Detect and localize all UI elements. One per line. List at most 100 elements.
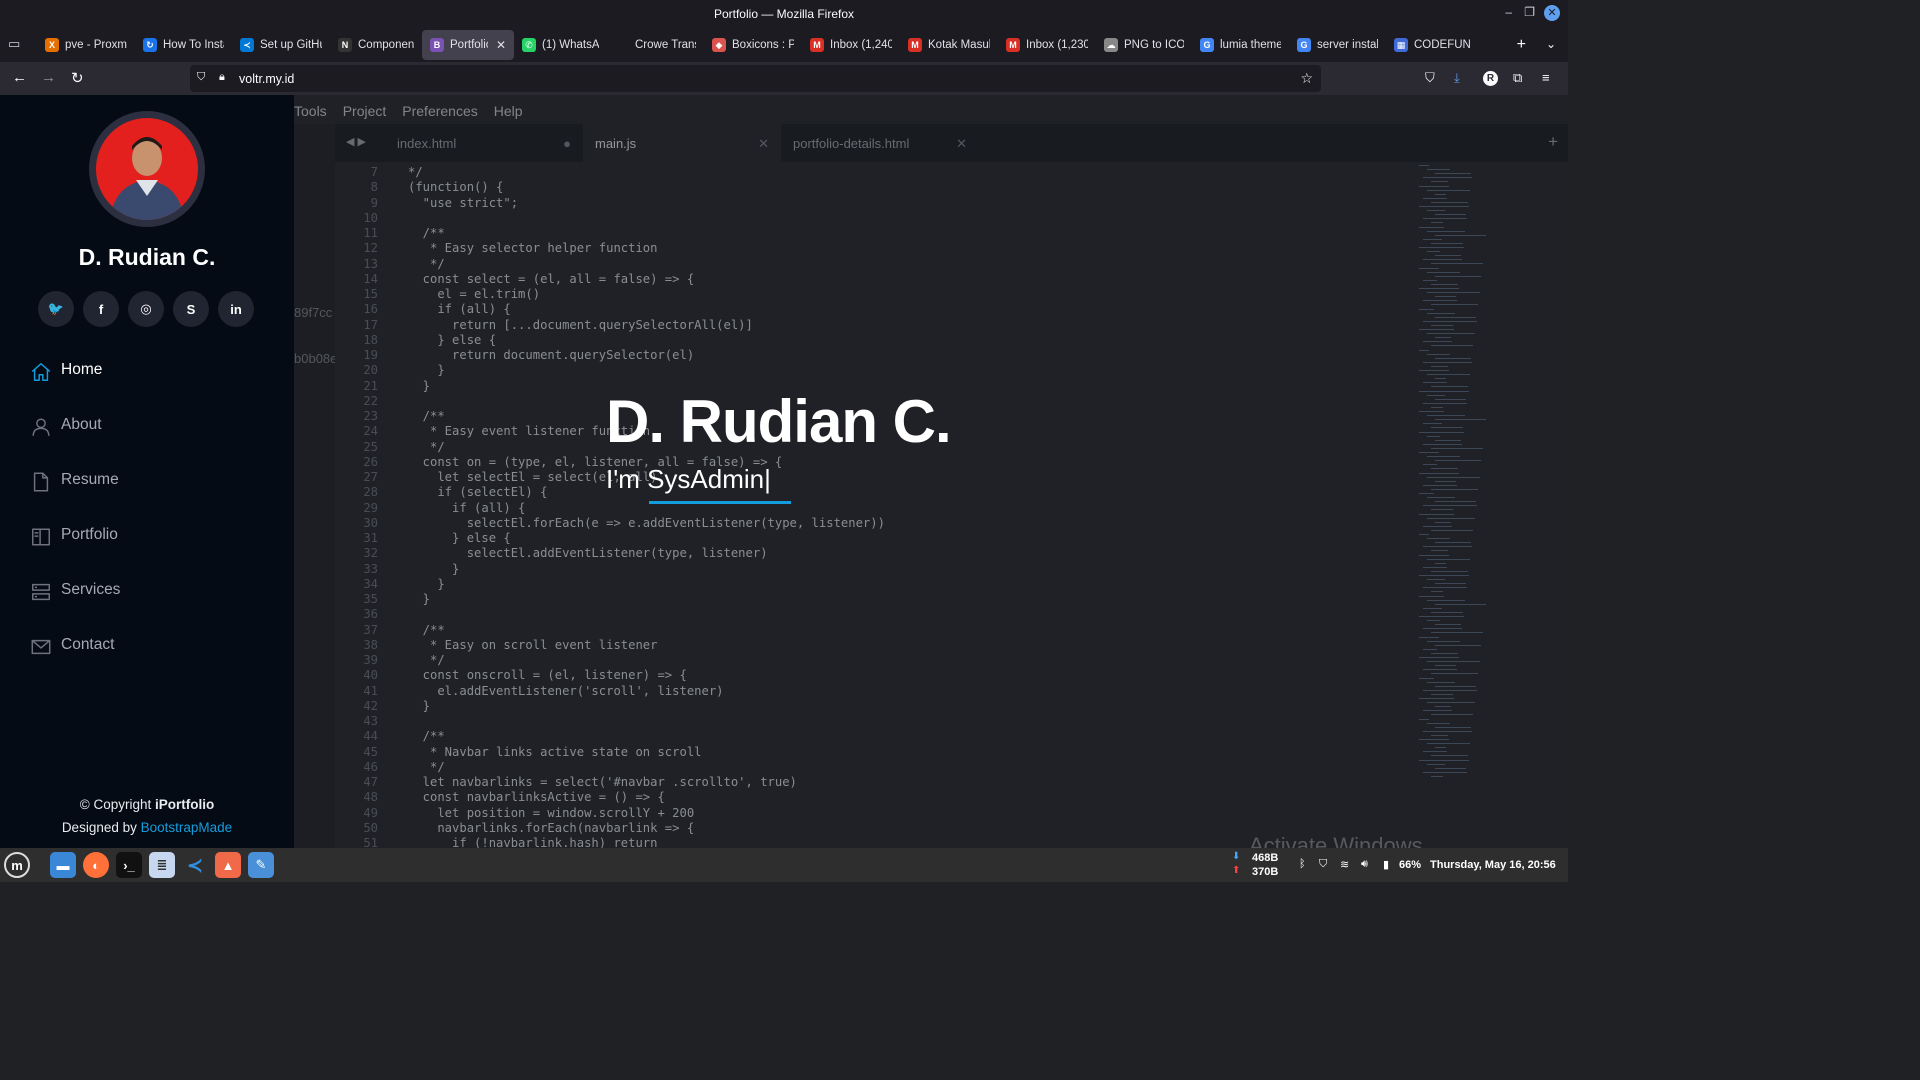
- tab[interactable]: N Components: [330, 30, 422, 60]
- tab-label: Components: [358, 39, 414, 51]
- skype-icon[interactable]: S: [173, 291, 209, 327]
- tab-label: How To Insta: [163, 39, 224, 51]
- server-icon: [30, 581, 52, 603]
- envelope-icon: [30, 636, 52, 658]
- sidebar-item-label: Contact: [61, 636, 115, 653]
- tab[interactable]: ↻ How To Insta: [135, 30, 232, 60]
- avatar: [89, 111, 205, 227]
- sidebar-menu: Home About Resume Portfolio Services Contact: [30, 361, 120, 691]
- tab-label: lumia theme: [1220, 39, 1281, 51]
- tab[interactable]: M Kotak Masuk: [900, 30, 998, 60]
- sidebar-footer: © Copyright iPortfolio Designed by Boots…: [0, 793, 294, 839]
- new-tab-icon[interactable]: +: [1517, 36, 1526, 54]
- tab[interactable]: ☁ PNG to ICO |: [1096, 30, 1192, 60]
- forward-icon[interactable]: →: [41, 69, 56, 86]
- close-icon[interactable]: ✕: [1544, 5, 1560, 21]
- tab-favicon-icon: ☁: [1104, 38, 1118, 52]
- firefox-view-icon[interactable]: ▭: [8, 36, 26, 54]
- sidebar-item-portfolio[interactable]: Portfolio: [30, 526, 120, 581]
- tab-strip: ▭ Xpve - Proxmox ↻ How To Insta ≺ Set up Git…: [0, 28, 1568, 62]
- tab[interactable]: Xpve - Proxmox: [37, 30, 135, 60]
- tab[interactable]: ▦ CODEFUN: [1386, 30, 1484, 60]
- tab[interactable]: Gserver instal: [1289, 30, 1386, 60]
- activation-watermark: Activate Windows: [1249, 833, 1423, 848]
- firefox-icon[interactable]: ◐: [83, 852, 109, 878]
- volume-icon[interactable]: 🔊︎: [1361, 858, 1368, 871]
- url-bar[interactable]: ⛉ 🔒︎ voltr.my.id ☆: [190, 65, 1321, 92]
- tab-close-icon[interactable]: ✕: [496, 38, 506, 52]
- start-menu-icon[interactable]: m: [4, 852, 30, 878]
- tab-favicon-icon: G: [1297, 38, 1311, 52]
- tab-label: (1) WhatsAp: [542, 39, 599, 51]
- sidebar-item-label: Portfolio: [61, 526, 118, 543]
- copyright-prefix: © Copyright: [79, 797, 155, 812]
- tab-favicon-icon: ✆: [522, 38, 536, 52]
- file-manager-icon[interactable]: ▬: [50, 852, 76, 878]
- tab[interactable]: ◆ Boxicons : Pr: [704, 30, 802, 60]
- pocket-icon[interactable]: ⛉: [1425, 70, 1435, 86]
- copyright: © Copyright iPortfolio: [0, 793, 294, 816]
- wifi-icon[interactable]: ≋: [1340, 858, 1349, 871]
- user-icon: [30, 416, 52, 438]
- hamburger-menu-icon[interactable]: ≡: [1542, 70, 1550, 85]
- linkedin-icon[interactable]: in: [218, 291, 254, 327]
- text-editor-icon[interactable]: ≣: [149, 852, 175, 878]
- designed-by: Designed by BootstrapMade: [0, 816, 294, 839]
- battery-icon[interactable]: ▮: [1383, 858, 1389, 871]
- web-page: D. Rudian C. 🐦 f ◎ Sin Home About Resume Portf…: [0, 95, 1568, 848]
- url-text[interactable]: voltr.my.id: [239, 72, 294, 86]
- shield-icon[interactable]: ⛉: [197, 71, 205, 84]
- tab[interactable]: M Inbox (1,240: [802, 30, 900, 60]
- tab-active[interactable]: B Portfolio ✕: [422, 30, 514, 60]
- os-taskbar: m ▬ ◐ ›_ ≣ ≺ ▲ ✎ ⬇ ⬆ 468B 370B ᛒ ⛉ ≋ 🔊︎ …: [0, 848, 1568, 882]
- sidebar-item-home[interactable]: Home: [30, 361, 120, 416]
- sidebar-item-about[interactable]: About: [30, 416, 120, 471]
- downloads-icon[interactable]: ⤓: [1454, 70, 1460, 86]
- sidebar-item-contact[interactable]: Contact: [30, 636, 120, 691]
- tab-favicon-icon: ↻: [143, 38, 157, 52]
- tab-favicon-icon: ◆: [712, 38, 726, 52]
- extensions-icon[interactable]: ⧉: [1513, 70, 1522, 86]
- account-avatar-icon[interactable]: R: [1483, 71, 1498, 86]
- tab-label: Inbox (1,240: [830, 39, 892, 51]
- twitter-icon[interactable]: 🐦: [38, 291, 74, 327]
- download-arrow-icon: ⬇: [1232, 851, 1241, 862]
- back-icon[interactable]: ←: [12, 69, 27, 86]
- sidebar-item-services[interactable]: Services: [30, 581, 120, 636]
- vscode-icon[interactable]: ≺: [182, 852, 208, 878]
- navigation-toolbar: ← → ↻ ⛉ 🔒︎ voltr.my.id ☆ ⛉ ⤓ R ⧉ ≡: [0, 62, 1568, 95]
- facebook-icon[interactable]: f: [83, 291, 119, 327]
- tab[interactable]: M Inbox (1,230: [998, 30, 1096, 60]
- sidebar-item-resume[interactable]: Resume: [30, 471, 120, 526]
- clock[interactable]: Thursday, May 16, 20:56: [1430, 859, 1556, 871]
- reload-icon[interactable]: ↻: [71, 69, 84, 87]
- net-up-rate: 370B: [1252, 866, 1279, 878]
- tab[interactable]: ≺ Set up GitHu: [232, 30, 330, 60]
- restore-icon[interactable]: ❐: [1524, 5, 1535, 19]
- bluetooth-icon[interactable]: ᛒ: [1299, 858, 1306, 870]
- instagram-icon[interactable]: ◎: [128, 291, 164, 327]
- tab-label: server instal: [1317, 39, 1378, 51]
- book-icon: [30, 526, 52, 548]
- lock-icon[interactable]: 🔒︎: [219, 71, 225, 84]
- bookmark-star-icon[interactable]: ☆: [1300, 70, 1313, 87]
- tab[interactable]: Crowe Transacti: [607, 30, 704, 60]
- minimize-icon[interactable]: –: [1505, 5, 1512, 19]
- notes-icon[interactable]: ✎: [248, 852, 274, 878]
- hero-title: D. Rudian C.: [606, 388, 952, 455]
- tab-label: CODEFUN: [1414, 39, 1471, 51]
- sidebar-item-label: Services: [61, 581, 121, 598]
- profile-name: D. Rudian C.: [78, 244, 216, 270]
- profile-photo: [96, 118, 198, 220]
- shield-tray-icon[interactable]: ⛉: [1319, 858, 1327, 871]
- designer-link[interactable]: BootstrapMade: [141, 820, 233, 835]
- tab[interactable]: Glumia theme: [1192, 30, 1289, 60]
- tab-favicon-icon: ≺: [240, 38, 254, 52]
- tab-label: Kotak Masuk: [928, 39, 990, 51]
- tab-favicon-icon: M: [908, 38, 922, 52]
- battery-percent: 66%: [1399, 859, 1422, 871]
- list-all-tabs-icon[interactable]: ⌄: [1546, 37, 1556, 51]
- tab[interactable]: ✆ (1) WhatsAp: [514, 30, 607, 60]
- terminal-icon[interactable]: ›_: [116, 852, 142, 878]
- image-viewer-icon[interactable]: ▲: [215, 852, 241, 878]
